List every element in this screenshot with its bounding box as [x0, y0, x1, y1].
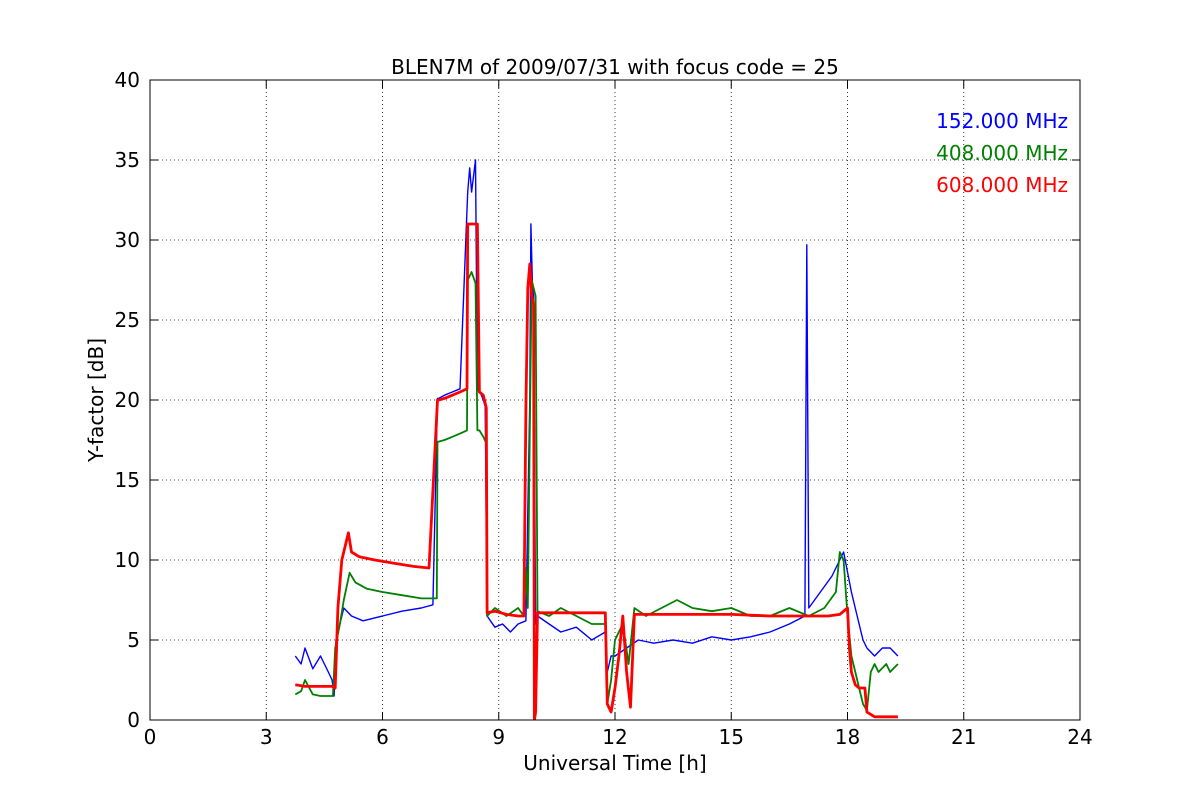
- x-tick-label: 24: [1067, 725, 1092, 749]
- y-tick-label: 35: [115, 148, 140, 172]
- y-tick-label: 10: [115, 548, 140, 572]
- y-tick-label: 40: [115, 68, 140, 92]
- legend-entry-3: 608.000 MHz: [936, 173, 1068, 197]
- x-tick-label: 3: [260, 725, 273, 749]
- chart-figure: BLEN7M of 2009/07/31 with focus code = 2…: [0, 0, 1200, 800]
- x-tick-label: 0: [144, 725, 157, 749]
- x-tick-label: 9: [492, 725, 505, 749]
- y-tick-label: 0: [127, 708, 140, 732]
- chart-title: BLEN7M of 2009/07/31 with focus code = 2…: [391, 55, 839, 79]
- legend-entry-1: 152.000 MHz: [936, 109, 1068, 133]
- legend-entry-2: 408.000 MHz: [936, 141, 1068, 165]
- x-tick-label: 21: [951, 725, 976, 749]
- y-tick-label: 15: [115, 468, 140, 492]
- x-tick-label: 15: [719, 725, 744, 749]
- y-tick-label: 5: [127, 628, 140, 652]
- x-tick-label: 12: [602, 725, 627, 749]
- y-tick-label: 30: [115, 228, 140, 252]
- x-tick-label: 6: [376, 725, 389, 749]
- y-tick-label: 20: [115, 388, 140, 412]
- x-tick-label: 18: [835, 725, 860, 749]
- legend: 152.000 MHz 408.000 MHz 608.000 MHz: [936, 109, 1068, 197]
- y-tick-label: 25: [115, 308, 140, 332]
- y-axis-label: Y-factor [dB]: [84, 338, 108, 463]
- x-axis-label: Universal Time [h]: [523, 751, 706, 775]
